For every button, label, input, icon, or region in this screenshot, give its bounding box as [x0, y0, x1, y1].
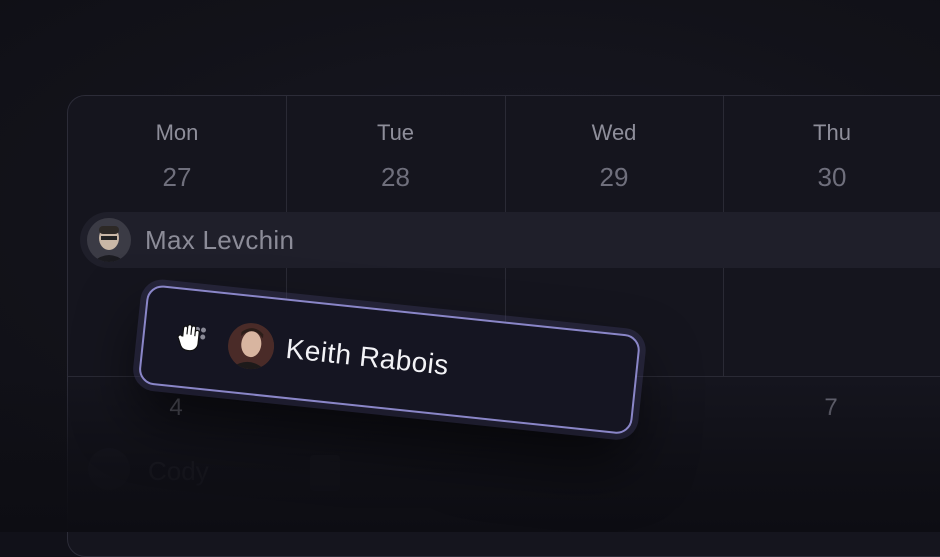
event-person-name: Cody — [148, 456, 209, 486]
avatar — [225, 320, 277, 372]
day-number: 4 — [169, 394, 183, 421]
day-header: Wed 29 — [505, 96, 723, 193]
day-header: Tue 28 — [286, 96, 505, 193]
event-person-name: Keith Rabois — [284, 332, 451, 381]
avatar — [88, 448, 130, 490]
day-header: Mon 27 — [68, 96, 286, 193]
day-number: 29 — [599, 162, 629, 192]
avatar — [87, 218, 131, 262]
grab-hand-icon[interactable] — [173, 321, 206, 354]
day-name: Mon — [155, 120, 199, 145]
day-header: Thu 30 — [723, 96, 940, 193]
day-name: Wed — [591, 120, 637, 145]
event-person-name: Max Levchin — [145, 225, 295, 255]
day-name: Tue — [376, 120, 415, 145]
day-number: 27 — [162, 162, 192, 192]
day-number: 28 — [381, 162, 410, 192]
day-number: 30 — [817, 162, 847, 192]
day-name: Thu — [813, 120, 851, 145]
event-placeholder — [310, 455, 340, 491]
day-number: 7 — [824, 394, 838, 421]
